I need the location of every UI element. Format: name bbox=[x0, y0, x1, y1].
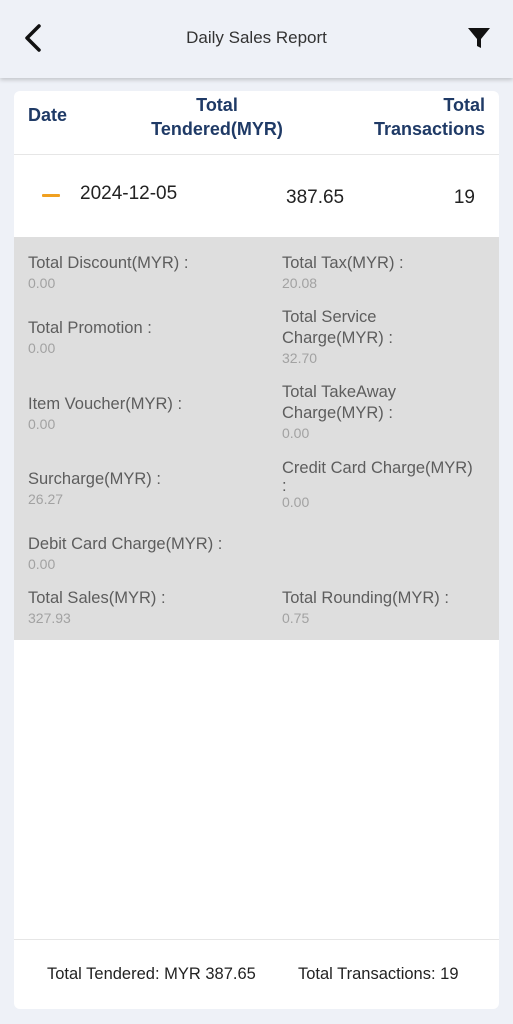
column-header-total-tendered-line1: Total bbox=[196, 95, 238, 115]
footer-total-transactions: Total Transactions: 19 bbox=[298, 965, 459, 983]
footer-total-tendered: Total Tendered: MYR 387.65 bbox=[47, 965, 256, 983]
detail-label: Surcharge(MYR) : bbox=[28, 470, 161, 488]
detail-value: 0.00 bbox=[282, 494, 310, 510]
row-total-tendered: 387.65 bbox=[286, 187, 345, 208]
detail-label-line2: : bbox=[282, 477, 287, 495]
app-bar: Daily Sales Report bbox=[0, 0, 513, 78]
detail-label-line1: Total Service bbox=[282, 308, 377, 326]
detail-label-line1: Credit Card Charge(MYR) bbox=[282, 459, 473, 477]
column-header-total-tendered-line2: Tendered(MYR) bbox=[151, 119, 283, 139]
detail-label: Debit Card Charge(MYR) : bbox=[28, 535, 223, 553]
detail-total-rounding: Total Rounding(MYR) : 0.75 bbox=[282, 588, 487, 627]
column-header-total-transactions-line1: Total bbox=[443, 95, 485, 115]
detail-label: Total Promotion : bbox=[28, 319, 152, 337]
detail-label: Total Discount(MYR) : bbox=[28, 254, 189, 272]
detail-total-service-charge: Total Service Charge(MYR) : 32.70 bbox=[282, 307, 487, 367]
row-details-panel: Total Discount(MYR) : 0.00 Total Tax(MYR… bbox=[14, 237, 499, 640]
column-header-date: Date bbox=[28, 105, 68, 125]
detail-total-discount: Total Discount(MYR) : 0.00 bbox=[28, 253, 238, 292]
detail-value: 32.70 bbox=[282, 350, 318, 366]
detail-label: Item Voucher(MYR) : bbox=[28, 395, 183, 413]
summary-footer: Total Tendered: MYR 387.65 Total Transac… bbox=[14, 939, 499, 1009]
detail-value: 0.00 bbox=[28, 416, 56, 432]
report-card: Date Total Tendered(MYR) Total Transacti… bbox=[14, 91, 499, 1009]
row-total-transactions: 19 bbox=[453, 187, 475, 208]
collapse-minus-icon[interactable] bbox=[42, 194, 60, 197]
detail-credit-card-charge: Credit Card Charge(MYR) : 0.00 bbox=[282, 458, 487, 511]
detail-label-line2: Charge(MYR) : bbox=[282, 404, 393, 422]
detail-item-voucher: Item Voucher(MYR) : 0.00 bbox=[28, 394, 238, 433]
table-header: Date Total Tendered(MYR) Total Transacti… bbox=[14, 91, 499, 155]
filter-button[interactable] bbox=[465, 24, 493, 52]
detail-value: 26.27 bbox=[28, 491, 64, 507]
detail-total-takeaway-charge: Total TakeAway Charge(MYR) : 0.00 bbox=[282, 382, 487, 442]
detail-total-tax: Total Tax(MYR) : 20.08 bbox=[282, 253, 487, 292]
detail-value: 0.00 bbox=[282, 425, 310, 441]
detail-label-line1: Total TakeAway bbox=[282, 383, 397, 401]
column-header-total-transactions-line2: Transactions bbox=[373, 119, 485, 139]
column-header-total-transactions: Total Transactions bbox=[374, 93, 485, 141]
detail-value: 0.00 bbox=[28, 340, 56, 356]
detail-value: 0.00 bbox=[28, 556, 56, 572]
detail-total-sales: Total Sales(MYR) : 327.93 bbox=[28, 588, 238, 627]
detail-label-line2: Charge(MYR) : bbox=[282, 329, 393, 347]
detail-label: Total Rounding(MYR) : bbox=[282, 589, 449, 607]
detail-total-promotion: Total Promotion : 0.00 bbox=[28, 318, 238, 357]
detail-debit-card-charge: Debit Card Charge(MYR) : 0.00 bbox=[28, 534, 268, 573]
detail-value: 327.93 bbox=[28, 610, 71, 626]
page-title: Daily Sales Report bbox=[186, 28, 327, 47]
filter-funnel-icon bbox=[468, 28, 490, 48]
detail-surcharge: Surcharge(MYR) : 26.27 bbox=[28, 469, 238, 508]
table-row[interactable]: 2024-12-05 387.65 19 bbox=[14, 155, 499, 237]
row-date: 2024-12-05 bbox=[80, 183, 178, 204]
detail-label: Total Tax(MYR) : bbox=[282, 254, 404, 272]
detail-value: 0.00 bbox=[28, 275, 56, 291]
column-header-total-tendered: Total Tendered(MYR) bbox=[142, 93, 292, 141]
detail-label: Total Sales(MYR) : bbox=[28, 589, 166, 607]
detail-value: 0.75 bbox=[282, 610, 310, 626]
detail-value: 20.08 bbox=[282, 275, 318, 291]
